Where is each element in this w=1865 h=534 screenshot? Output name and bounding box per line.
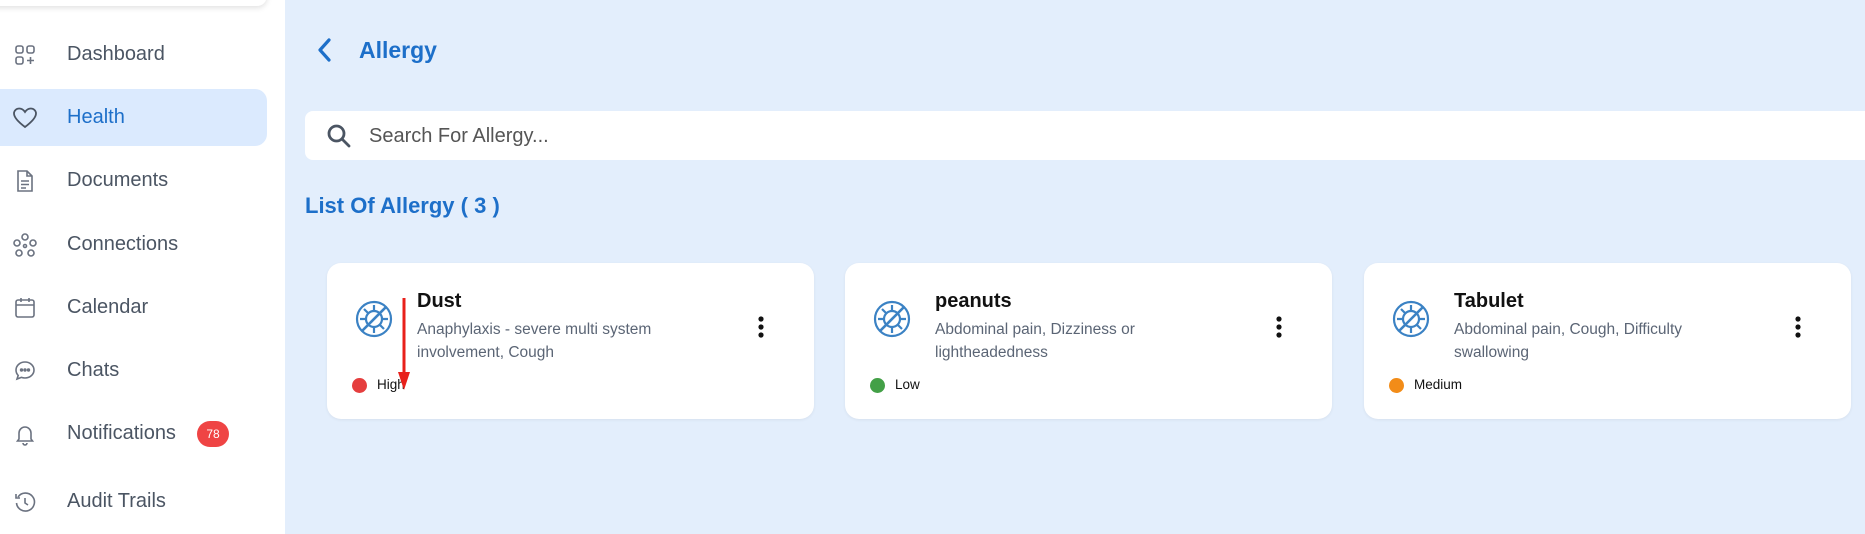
sidebar-item-audit-trails[interactable]: Audit Trails — [0, 473, 267, 530]
allergy-description: Anaphylaxis - severe multi system involv… — [417, 321, 652, 361]
sidebar-item-chats[interactable]: Chats — [0, 342, 267, 399]
allergy-description: Abdominal pain, Dizziness or lightheaded… — [935, 321, 1135, 361]
sidebar-item-notifications[interactable]: Notifications 78 — [0, 405, 267, 462]
allergy-card-tabulet[interactable]: Tabulet Abdominal pain, Cough, Difficult… — [1364, 263, 1851, 419]
search-icon — [325, 122, 353, 150]
allergy-name: Tabulet — [1454, 290, 1524, 312]
severity-dot — [870, 378, 885, 393]
connections-icon — [12, 232, 38, 258]
more-options-icon[interactable] — [751, 313, 771, 341]
sidebar-item-connections[interactable]: Connections — [0, 216, 267, 273]
severity-label: Low — [895, 377, 920, 392]
allergy-description: Abdominal pain, Cough, Difficulty swallo… — [1454, 321, 1683, 361]
dashboard-icon — [12, 42, 38, 68]
allergen-virus-icon — [354, 299, 394, 339]
sidebar-item-label: Connections — [67, 233, 179, 255]
more-options-icon[interactable] — [1788, 313, 1808, 341]
severity-label: Medium — [1414, 377, 1463, 392]
document-icon — [12, 168, 38, 194]
more-options-icon[interactable] — [1269, 313, 1289, 341]
chat-icon — [12, 358, 38, 384]
calendar-icon — [12, 295, 38, 321]
page-header: Allergy — [314, 30, 437, 70]
bell-icon — [12, 421, 38, 447]
sidebar-item-label: Chats — [67, 359, 120, 381]
sidebar-item-label: Audit Trails — [67, 490, 166, 512]
heart-icon — [12, 105, 38, 131]
search-input[interactable] — [367, 119, 1771, 154]
sidebar-item-health[interactable]: Health — [0, 89, 267, 146]
back-arrow-icon[interactable] — [314, 30, 344, 70]
severity-dot — [352, 378, 367, 393]
sidebar-item-label: Notifications — [67, 422, 176, 444]
notification-count-badge: 78 — [197, 421, 229, 447]
severity-dot — [1389, 378, 1404, 393]
sidebar-item-dashboard[interactable]: Dashboard — [0, 26, 267, 83]
sidebar-header-card — [0, 0, 267, 6]
allergy-list-heading: List Of Allergy ( 3 ) — [305, 193, 500, 219]
allergy-name: peanuts — [935, 290, 1012, 312]
search-bar — [305, 111, 1865, 160]
history-icon — [12, 489, 38, 515]
sidebar-item-calendar[interactable]: Calendar — [0, 279, 267, 336]
sidebar-item-label: Calendar — [67, 296, 149, 318]
annotation-arrow-icon — [398, 298, 410, 390]
sidebar: Dashboard Health Documents Connections C… — [0, 0, 285, 534]
allergy-name: Dust — [417, 290, 462, 312]
allergy-card-peanuts[interactable]: peanuts Abdominal pain, Dizziness or lig… — [845, 263, 1332, 419]
list-heading-count: ( 3 ) — [460, 193, 500, 218]
allergen-virus-icon — [1391, 299, 1431, 339]
sidebar-item-label: Documents — [67, 169, 169, 191]
sidebar-item-label: Health — [67, 106, 125, 128]
allergen-virus-icon — [872, 299, 912, 339]
list-heading-label: List Of Allergy — [305, 193, 455, 218]
page-title: Allergy — [359, 36, 437, 63]
sidebar-item-documents[interactable]: Documents — [0, 152, 267, 209]
sidebar-item-label: Dashboard — [67, 43, 165, 65]
